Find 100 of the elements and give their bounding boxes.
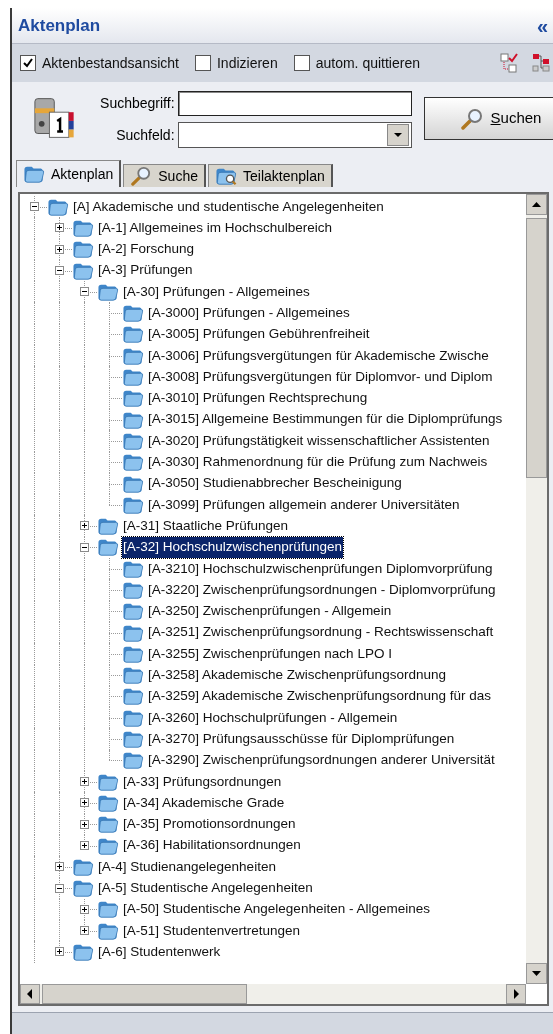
- checkbox-label[interactable]: autom. quittieren: [315, 52, 420, 74]
- checkbox[interactable]: [195, 55, 211, 71]
- checkbox[interactable]: [20, 55, 36, 71]
- tree-item[interactable]: [A-3258] Akademische Zwischenprüfungsordnung: [147, 665, 447, 686]
- tree-item[interactable]: [A-3005] Prüfungen Gebührenfreiheit: [147, 324, 371, 345]
- tree-item[interactable]: [A-3030] Rahmenordnung für die Prüfung zum Nachweis: [147, 452, 489, 473]
- folder-icon: [122, 324, 144, 345]
- folder-icon: [122, 367, 144, 387]
- folder-icon: [122, 729, 144, 750]
- collapse-icon[interactable]: [80, 542, 89, 552]
- folder-icon: [122, 601, 144, 622]
- search-button[interactable]: Suchen: [423, 97, 553, 140]
- tree-item[interactable]: [A-3220] Zwischenprüfungsordnungen - Diplomvorprüfung: [147, 579, 497, 601]
- tree-item[interactable]: [A-35] Promotionsordnungen: [122, 814, 297, 835]
- panel-title: Aktenplan: [18, 14, 101, 37]
- tree-item[interactable]: [A-3210] Hochschulzwischenprüfungen Diplomvorprüfung: [147, 558, 494, 579]
- scroll-right-icon[interactable]: [506, 984, 526, 1004]
- expand-icon[interactable]: [80, 819, 89, 829]
- tree-item[interactable]: [A-3008] Prüfungsvergütungen für Diplomvor- und Diplom: [147, 366, 494, 388]
- expand-icon[interactable]: [55, 244, 64, 254]
- expand-icon[interactable]: [80, 904, 89, 914]
- tree-item[interactable]: [A-34] Akademische Grade: [122, 792, 286, 814]
- tree-item[interactable]: [A-32] Hochschulzwischenprüfungen: [122, 537, 344, 558]
- collapse-icon[interactable]: [80, 287, 89, 297]
- expand-icon[interactable]: [80, 926, 89, 936]
- search-field-dropdown[interactable]: [177, 122, 412, 148]
- tree-item[interactable]: [A-50] Studentische Angelegenheiten - Allgemeines: [122, 899, 431, 920]
- scrollbar-thumb[interactable]: [526, 218, 547, 478]
- folder-icon: [72, 239, 94, 260]
- folder-icon: [97, 537, 119, 558]
- tab[interactable]: Aktenplan: [16, 160, 122, 187]
- expand-icon[interactable]: [80, 840, 89, 850]
- tree-item[interactable]: [A-3010] Prüfungen Rechtsprechung: [147, 388, 369, 409]
- tree-item[interactable]: [A-3260] Hochschulprüfungen - Allgemein: [147, 707, 399, 728]
- folder-icon: [122, 750, 144, 771]
- folder-icon: [97, 516, 119, 537]
- tree-item[interactable]: [A-36] Habilitationsordnungen: [122, 835, 302, 856]
- tree-item[interactable]: [A-5] Studentische Angelegenheiten: [97, 878, 314, 899]
- tab[interactable]: Teilaktenplan: [208, 164, 333, 187]
- folder-icon: [122, 388, 144, 409]
- expand-icon[interactable]: [80, 777, 89, 786]
- expand-icon[interactable]: [80, 798, 89, 808]
- folder-icon: [23, 164, 45, 184]
- checkbox-label[interactable]: Aktenbestandsansicht: [42, 52, 179, 74]
- folder-icon: [122, 665, 144, 686]
- checkbox[interactable]: [293, 55, 310, 71]
- tree-item[interactable]: [A-3020] Prüfungstätigkeit wissenschaftlicher Assistenten: [147, 430, 491, 452]
- tree-item[interactable]: [A-3290] Zwischenprüfungsordnungen anderer Universität: [147, 750, 496, 771]
- vertical-scrollbar[interactable]: [526, 194, 547, 984]
- collapse-button[interactable]: «: [536, 15, 548, 36]
- folder-icon: [122, 303, 144, 324]
- tree-item[interactable]: [A-3255] Zwischenprüfungen nach LPO I: [147, 643, 393, 664]
- scrollbar-thumb[interactable]: [42, 984, 247, 1004]
- folder-icon: [72, 878, 94, 899]
- scroll-up-icon[interactable]: [526, 194, 547, 215]
- tree-item[interactable]: [A-3259] Akademische Zwischenprüfungsordnung für das: [147, 686, 492, 707]
- tree-item[interactable]: [A-3006] Prüfungsvergütungen für Akademische Zwische: [147, 345, 490, 366]
- checklist-icon[interactable]: [500, 53, 518, 73]
- folder-icon: [97, 899, 119, 920]
- tree-item[interactable]: [A-51] Studentenvertretungen: [122, 920, 302, 941]
- collapse-icon[interactable]: [55, 883, 64, 893]
- scroll-down-icon[interactable]: [526, 963, 547, 984]
- tree-item[interactable]: [A-3250] Zwischenprüfungen - Allgemein: [147, 601, 393, 622]
- search-icon: [130, 166, 153, 186]
- search-icon: [460, 107, 483, 130]
- tree-item[interactable]: [A-1] Allgemeines im Hochschulbereich: [97, 217, 334, 239]
- collapse-icon[interactable]: [55, 265, 64, 275]
- search-field-label: Suchfeld:: [115, 125, 175, 145]
- tree-item[interactable]: [A-4] Studienangelegenheiten: [97, 856, 277, 877]
- scroll-left-icon[interactable]: [20, 984, 40, 1004]
- search-term-field[interactable]: [177, 91, 412, 116]
- folder-icon: [122, 452, 144, 473]
- horizontal-scrollbar[interactable]: [20, 984, 526, 1004]
- folder-icon: [97, 814, 119, 835]
- tab[interactable]: Suche: [123, 164, 206, 187]
- folder-search-icon: [215, 166, 237, 186]
- expand-icon[interactable]: [55, 947, 64, 957]
- expand-icon[interactable]: [80, 521, 89, 531]
- tree-item[interactable]: [A-30] Prüfungen - Allgemeines: [122, 281, 311, 302]
- expand-icon[interactable]: [55, 862, 64, 872]
- tree-item[interactable]: [A] Akademische und studentische Angelegenheiten: [72, 196, 385, 217]
- tree-item[interactable]: [A-3050] Studienabbrecher Bescheinigung: [147, 473, 403, 494]
- folder-icon: [122, 580, 144, 600]
- tree-structure-icon[interactable]: [532, 53, 550, 73]
- tree-item[interactable]: [A-31] Staatliche Prüfungen: [122, 515, 290, 537]
- tree-item[interactable]: [A-6] Studentenwerk: [97, 941, 222, 963]
- tree-item[interactable]: [A-2] Forschung: [97, 239, 196, 260]
- checkbox-label[interactable]: Indizieren: [217, 52, 278, 74]
- tree-item[interactable]: [A-3270] Prüfungsausschüsse für Diplomprüfungen: [147, 728, 456, 750]
- folder-icon: [72, 942, 94, 963]
- tree-item[interactable]: [A-3099] Prüfungen allgemein anderer Universitäten: [147, 494, 461, 515]
- folder-icon: [122, 686, 144, 707]
- tree-item[interactable]: [A-3000] Prüfungen - Allgemeines: [147, 303, 351, 324]
- expand-icon[interactable]: [55, 223, 64, 233]
- tree-item[interactable]: [A-3] Prüfungen: [97, 260, 194, 281]
- tree-item[interactable]: [A-3251] Zwischenprüfungsordnung - Rechtswissenschaft: [147, 622, 495, 643]
- collapse-icon[interactable]: [30, 202, 39, 211]
- tree-item[interactable]: [A-33] Prüfungsordnungen: [122, 771, 283, 792]
- search-term-label: Suchbegriff:: [99, 94, 175, 113]
- tree-item[interactable]: [A-3015] Allgemeine Bestimmungen für die Diplomprüfungs: [147, 409, 504, 430]
